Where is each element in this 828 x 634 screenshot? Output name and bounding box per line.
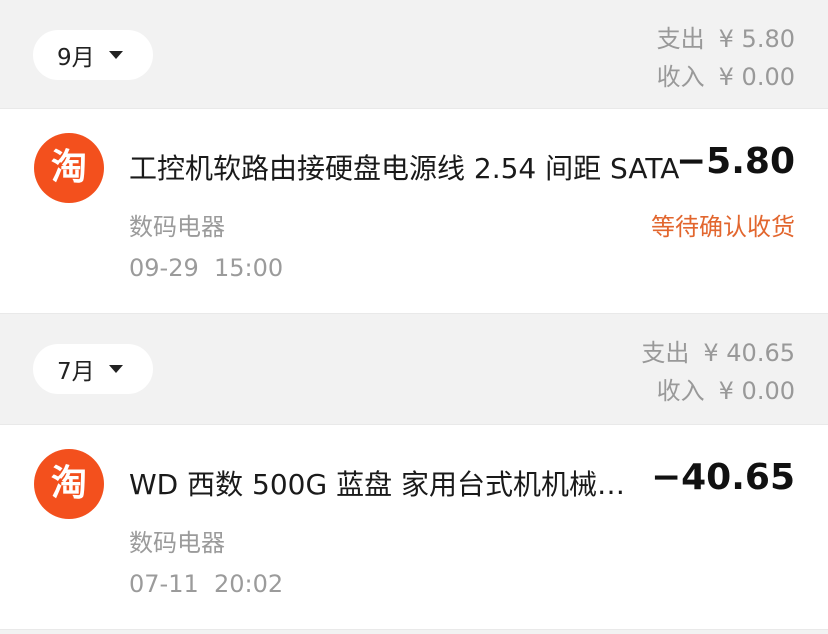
expense-summary: 支出 ¥ 5.80 xyxy=(657,20,795,58)
income-value: ¥ 0.00 xyxy=(718,63,795,91)
expense-value: ¥ 5.80 xyxy=(718,25,795,53)
month-selector[interactable]: 9月 xyxy=(33,30,153,80)
caret-down-icon xyxy=(108,51,123,59)
transaction-time: 07-11 20:02 xyxy=(129,570,284,598)
taobao-icon: 淘 xyxy=(34,133,104,203)
transaction-status: 等待确认收货 xyxy=(651,213,795,241)
month-selector[interactable]: 7月 xyxy=(33,344,153,394)
expense-value: ¥ 40.65 xyxy=(703,339,795,367)
transaction-row[interactable]: 淘 WD 西数 500G 蓝盘 家用台式机机械硬盘 −40.65 数码电器 07… xyxy=(0,424,828,630)
income-label: 收入 xyxy=(656,377,705,405)
income-value: ¥ 0.00 xyxy=(718,377,795,405)
month-label: 9月 xyxy=(57,45,95,71)
month-header-september: 9月 支出 ¥ 5.80 收入 ¥ 0.00 xyxy=(0,0,828,108)
income-summary: 收入 ¥ 0.00 xyxy=(657,58,795,96)
transaction-title: 工控机软路由接硬盘电源线 2.54 间距 SATA xyxy=(129,152,680,185)
expense-label: 支出 xyxy=(641,339,690,367)
income-summary: 收入 ¥ 0.00 xyxy=(641,372,795,410)
transaction-category: 数码电器 xyxy=(129,213,225,241)
expense-summary: 支出 ¥ 40.65 xyxy=(641,334,795,372)
month-header-july: 7月 支出 ¥ 40.65 收入 ¥ 0.00 xyxy=(0,314,828,424)
transaction-amount: −5.80 xyxy=(676,141,795,182)
income-label: 收入 xyxy=(656,63,705,91)
transaction-amount: −40.65 xyxy=(650,457,795,498)
taobao-icon: 淘 xyxy=(34,449,104,519)
expense-label: 支出 xyxy=(656,25,705,53)
transaction-title: WD 西数 500G 蓝盘 家用台式机机械硬盘 xyxy=(129,468,649,501)
caret-down-icon xyxy=(108,365,123,373)
list-bottom xyxy=(0,630,828,634)
month-summary: 支出 ¥ 5.80 收入 ¥ 0.00 xyxy=(657,20,795,96)
transaction-row[interactable]: 淘 工控机软路由接硬盘电源线 2.54 间距 SATA −5.80 数码电器 等… xyxy=(0,108,828,314)
month-summary: 支出 ¥ 40.65 收入 ¥ 0.00 xyxy=(641,334,795,410)
transaction-category: 数码电器 xyxy=(129,529,225,557)
month-label: 7月 xyxy=(57,359,95,385)
transaction-time: 09-29 15:00 xyxy=(129,254,284,282)
